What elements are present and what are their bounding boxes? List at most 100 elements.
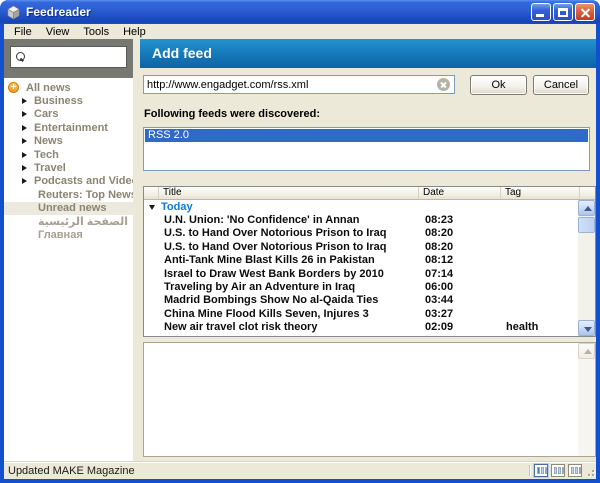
scroll-up-button[interactable] bbox=[578, 200, 595, 216]
column-header-expand[interactable] bbox=[144, 187, 159, 199]
sidebar-item-label: الصفحة الرئيسية bbox=[38, 215, 128, 228]
table-row[interactable]: New air travel clot risk theory 02:09 he… bbox=[144, 321, 578, 334]
scroll-down-button[interactable] bbox=[578, 320, 595, 336]
close-button[interactable] bbox=[575, 3, 595, 21]
table-scrollbar[interactable] bbox=[578, 200, 595, 336]
menu-help[interactable]: Help bbox=[116, 26, 153, 38]
table-row[interactable]: U.S. to Hand Over Notorious Prison to Ir… bbox=[144, 240, 578, 253]
app-cube-icon[interactable] bbox=[6, 5, 21, 20]
news-title: New air travel clot risk theory bbox=[159, 321, 419, 333]
sidebar-item-label: All news bbox=[26, 82, 71, 94]
expand-arrow-icon[interactable] bbox=[22, 98, 27, 104]
news-date: 06:00 bbox=[419, 281, 501, 293]
search-input[interactable] bbox=[27, 49, 126, 65]
news-date: 08:20 bbox=[419, 241, 501, 253]
expand-arrow-icon[interactable] bbox=[22, 165, 27, 171]
expand-arrow-icon[interactable] bbox=[22, 152, 27, 158]
sidebar-item-label: Главная bbox=[38, 229, 83, 241]
article-preview-panel[interactable] bbox=[143, 342, 596, 457]
plus-circle-icon[interactable] bbox=[8, 82, 19, 93]
expand-arrow-icon[interactable] bbox=[22, 178, 27, 184]
news-date: 08:23 bbox=[419, 214, 501, 226]
news-date: 02:09 bbox=[419, 321, 501, 333]
table-group-row[interactable]: Today bbox=[144, 200, 578, 213]
sidebar-item-label: Business bbox=[34, 95, 83, 107]
window-title: Feedreader bbox=[26, 5, 91, 19]
table-row[interactable]: Madrid Bombings Show No al-Qaida Ties 03… bbox=[144, 294, 578, 307]
close-icon bbox=[576, 4, 594, 20]
layout-reading-icon[interactable] bbox=[534, 464, 548, 477]
sidebar-item-all-news[interactable]: All news bbox=[4, 81, 133, 94]
clear-input-icon[interactable] bbox=[437, 78, 450, 91]
sidebar-item-travel[interactable]: Travel bbox=[4, 161, 133, 174]
chevron-down-icon bbox=[584, 327, 592, 332]
sidebar-item-label: Travel bbox=[34, 162, 66, 174]
chevron-up-icon bbox=[584, 349, 592, 354]
maximize-icon bbox=[558, 8, 568, 17]
menu-file[interactable]: File bbox=[7, 26, 39, 38]
table-body: Today U.N. Union: 'No Confidence' in Ann… bbox=[144, 200, 578, 336]
minimize-button[interactable] bbox=[531, 3, 551, 21]
news-title: China Mine Flood Kills Seven, Injures 3 bbox=[159, 308, 419, 320]
table-row[interactable]: U.N. Union: 'No Confidence' in Annan 08:… bbox=[144, 213, 578, 226]
table-row[interactable]: U.S. to Hand Over Notorious Prison to Ir… bbox=[144, 227, 578, 240]
preview-scrollbar[interactable] bbox=[578, 343, 595, 456]
news-title: Israel to Draw West Bank Borders by 2010 bbox=[159, 268, 419, 280]
feed-url-input[interactable] bbox=[143, 75, 455, 94]
table-row[interactable]: China Mine Flood Kills Seven, Injures 3 … bbox=[144, 307, 578, 320]
discovered-feeds-list: RSS 2.0 bbox=[143, 127, 590, 171]
column-header-tag[interactable]: Tag bbox=[501, 187, 580, 199]
table-row[interactable]: Traveling by Air an Adventure in Iraq 06… bbox=[144, 280, 578, 293]
expand-arrow-icon[interactable] bbox=[22, 125, 27, 131]
news-date: 03:27 bbox=[419, 308, 501, 320]
menu-view[interactable]: View bbox=[39, 26, 77, 38]
sidebar-item-reuters[interactable]: Reuters: Top News bbox=[4, 188, 133, 201]
page-title: Add feed bbox=[140, 39, 596, 68]
news-title: U.S. to Hand Over Notorious Prison to Ir… bbox=[159, 241, 419, 253]
sidebar-item-news[interactable]: News bbox=[4, 135, 133, 148]
sidebar-item-podcasts[interactable]: Podcasts and Videoc... bbox=[4, 175, 133, 188]
search-icon bbox=[15, 51, 27, 63]
feed-tree: All news Business Cars Entertainment New… bbox=[4, 78, 133, 461]
sidebar-splitter[interactable] bbox=[133, 39, 140, 461]
menu-bar: File View Tools Help bbox=[4, 24, 596, 39]
sidebar-item-tech[interactable]: Tech bbox=[4, 148, 133, 161]
news-date: 07:14 bbox=[419, 268, 501, 280]
menu-tools[interactable]: Tools bbox=[76, 26, 116, 38]
cancel-button[interactable]: Cancel bbox=[533, 75, 589, 95]
table-row[interactable]: Israel to Draw West Bank Borders by 2010… bbox=[144, 267, 578, 280]
expand-arrow-icon[interactable] bbox=[22, 138, 27, 144]
window-frame: File View Tools Help All news Busine bbox=[4, 24, 596, 479]
sidebar-item-business[interactable]: Business bbox=[4, 94, 133, 107]
collapse-group-icon[interactable] bbox=[149, 205, 155, 210]
group-label: Today bbox=[159, 201, 419, 213]
sidebar-item-unread-news[interactable]: Unread news bbox=[4, 202, 133, 215]
sidebar-item-cars[interactable]: Cars bbox=[4, 108, 133, 121]
sidebar-item-entertainment[interactable]: Entertainment bbox=[4, 121, 133, 134]
status-bar: Updated MAKE Magazine bbox=[4, 461, 596, 479]
table-row[interactable]: Anti-Tank Mine Blast Kills 26 in Pakista… bbox=[144, 254, 578, 267]
sidebar-item-label: News bbox=[34, 135, 63, 147]
column-header-date[interactable]: Date bbox=[419, 187, 501, 199]
sidebar-item-label: Unread news bbox=[38, 202, 106, 214]
scroll-up-button[interactable] bbox=[578, 343, 595, 359]
sidebar-item-glavnaya[interactable]: Главная bbox=[4, 228, 133, 241]
discovered-feeds-label: Following feeds were discovered: bbox=[144, 108, 320, 120]
news-date: 08:12 bbox=[419, 254, 501, 266]
maximize-button[interactable] bbox=[553, 3, 573, 21]
sidebar-item-arabic-home[interactable]: الصفحة الرئيسية bbox=[4, 215, 133, 228]
news-title: Madrid Bombings Show No al-Qaida Ties bbox=[159, 294, 419, 306]
layout-columns-icon[interactable] bbox=[551, 464, 565, 477]
feed-type-item[interactable]: RSS 2.0 bbox=[145, 129, 588, 142]
sidebar-item-label: Reuters: Top News bbox=[38, 189, 137, 201]
main-panel: Add feed Ok Cancel Following feeds were … bbox=[140, 39, 596, 461]
resize-grip[interactable] bbox=[584, 466, 595, 477]
ok-button[interactable]: Ok bbox=[470, 75, 527, 95]
status-separator bbox=[529, 465, 530, 476]
expand-arrow-icon[interactable] bbox=[22, 111, 27, 117]
scrollbar-thumb[interactable] bbox=[578, 217, 595, 233]
chevron-up-icon bbox=[584, 206, 592, 211]
title-bar[interactable]: Feedreader bbox=[0, 0, 600, 24]
layout-list-icon[interactable] bbox=[568, 464, 582, 477]
column-header-title[interactable]: Title bbox=[159, 187, 419, 199]
